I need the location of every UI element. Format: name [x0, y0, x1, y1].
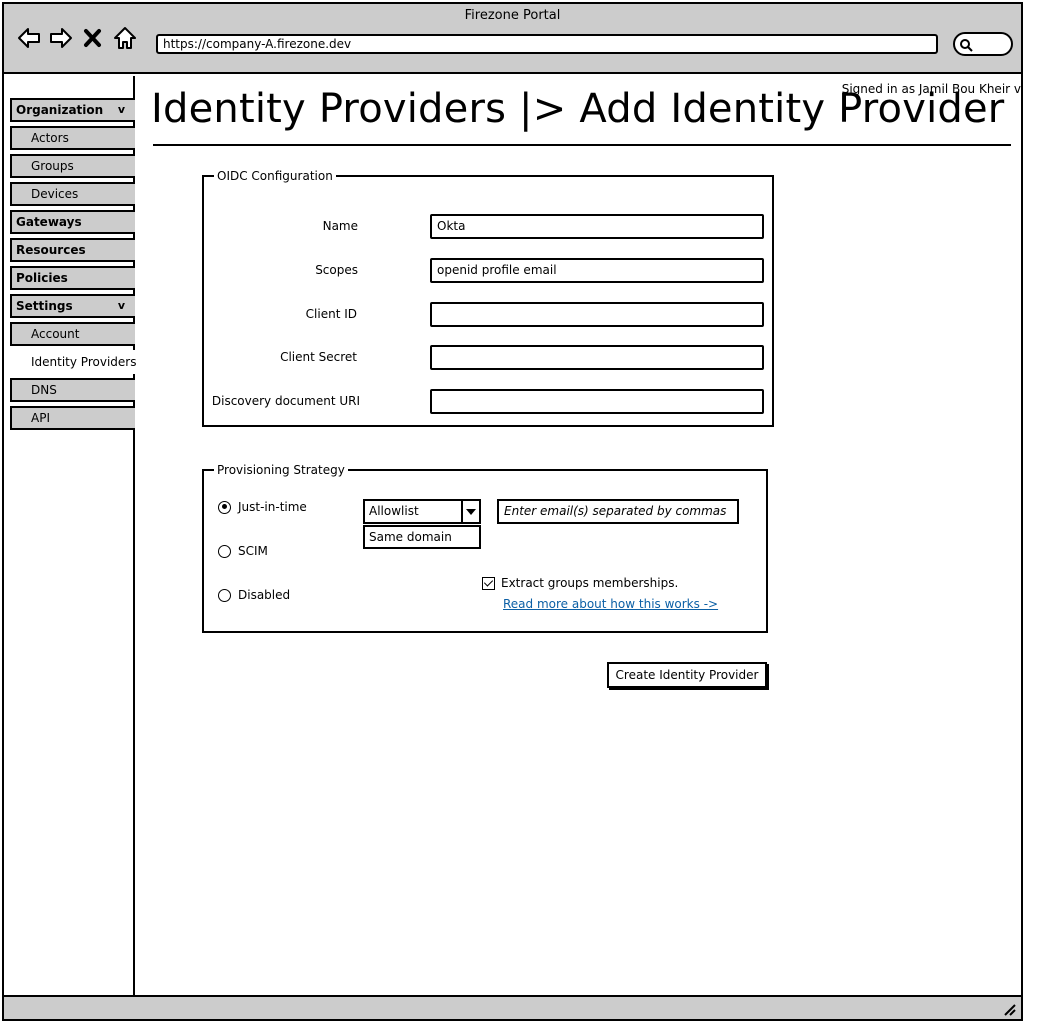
browser-search[interactable]	[953, 32, 1013, 56]
scopes-label: Scopes	[315, 263, 358, 277]
name-input[interactable]: Okta	[430, 214, 764, 239]
email-input[interactable]: Enter email(s) separated by commas	[497, 499, 739, 524]
arrow-left-icon[interactable]	[16, 24, 42, 52]
chevron-down-icon[interactable]	[461, 501, 479, 522]
radio-button[interactable]	[218, 500, 231, 514]
name-label: Name	[322, 219, 358, 233]
sidebar-item-api[interactable]: API	[10, 406, 135, 430]
sidebar-item-organization[interactable]: Organization v	[10, 98, 135, 122]
radio-label: Disabled	[238, 588, 291, 602]
sidebar-item-gateways[interactable]: Gateways	[10, 210, 135, 234]
sidebar-item-label: Devices	[31, 187, 79, 201]
chevron-down-icon: v	[117, 103, 125, 116]
client-id-label: Client ID	[305, 307, 357, 321]
extract-groups-checkbox-row[interactable]: Extract groups memberships.	[482, 576, 678, 590]
radio-label: Just-in-time	[238, 500, 307, 514]
url-bar[interactable]: https://company-A.firezone.dev	[156, 34, 938, 54]
browser-window: Firezone Portal https://company-A.firezo…	[2, 2, 1023, 1021]
title-bar: Firezone Portal https://company-A.firezo…	[4, 4, 1021, 74]
nav-controls	[16, 24, 138, 52]
allowlist-select[interactable]: Allowlist	[363, 499, 481, 524]
sidebar-item-dns[interactable]: DNS	[10, 378, 135, 402]
sidebar-item-groups[interactable]: Groups	[10, 154, 135, 178]
window-title: Firezone Portal	[464, 8, 561, 23]
resize-grip-icon[interactable]	[1001, 1001, 1017, 1017]
sidebar-item-label: Gateways	[16, 215, 82, 229]
magnifier-icon	[960, 39, 973, 52]
arrow-right-icon[interactable]	[48, 24, 74, 52]
dropdown-option-same-domain[interactable]: Same domain	[363, 525, 481, 549]
provisioning-strategy-group: Provisioning Strategy Just-in-time SCIM …	[202, 463, 768, 633]
chevron-down-icon: v	[117, 299, 125, 312]
radio-just-in-time[interactable]: Just-in-time	[218, 500, 307, 514]
create-identity-provider-button[interactable]: Create Identity Provider	[607, 662, 767, 688]
client-secret-input[interactable]	[430, 345, 764, 370]
sidebar-item-label: API	[31, 411, 50, 425]
sidebar-item-identity-providers[interactable]: Identity Providers	[10, 350, 137, 374]
radio-button[interactable]	[218, 588, 231, 602]
sidebar-item-label: Account	[31, 327, 80, 341]
sidebar-item-label: Policies	[16, 271, 68, 285]
sidebar-item-devices[interactable]: Devices	[10, 182, 135, 206]
discovery-uri-label: Discovery document URI	[211, 394, 360, 408]
status-bar	[4, 995, 1021, 1019]
x-icon[interactable]	[80, 24, 106, 52]
client-id-input[interactable]	[430, 302, 764, 327]
read-more-link[interactable]: Read more about how this works ->	[503, 597, 718, 611]
oidc-configuration-group: OIDC Configuration Name Okta Scopes open…	[202, 169, 774, 427]
title-divider	[153, 144, 1011, 146]
sidebar-item-label: Groups	[31, 159, 74, 173]
home-icon[interactable]	[112, 24, 138, 52]
sidebar: Organization v Actors Groups Devices Gat…	[4, 76, 137, 999]
radio-disabled[interactable]: Disabled	[218, 588, 290, 602]
client-secret-label: Client Secret	[280, 350, 357, 364]
scopes-input[interactable]: openid profile email	[430, 258, 764, 283]
group-legend: OIDC Configuration	[217, 169, 333, 183]
group-legend: Provisioning Strategy	[217, 463, 345, 477]
sidebar-item-resources[interactable]: Resources	[10, 238, 135, 262]
radio-button[interactable]	[218, 544, 231, 558]
discovery-uri-input[interactable]	[430, 389, 764, 414]
sidebar-item-label: Actors	[31, 131, 69, 145]
page-title: Identity Providers |> Add Identity Provi…	[151, 86, 1021, 132]
sidebar-item-policies[interactable]: Policies	[10, 266, 135, 290]
sidebar-item-actors[interactable]: Actors	[10, 126, 135, 150]
main-content: Signed in as Jamil Bou Kheir v Identity …	[137, 76, 1021, 999]
sidebar-item-label: Resources	[16, 243, 86, 257]
sidebar-item-label: Settings	[16, 299, 73, 313]
sidebar-item-label: Organization	[16, 103, 104, 117]
sidebar-item-label: Identity Providers	[31, 355, 137, 369]
sidebar-item-account[interactable]: Account	[10, 322, 135, 346]
checkbox-label: Extract groups memberships.	[501, 576, 679, 590]
sidebar-item-label: DNS	[31, 383, 57, 397]
select-value: Allowlist	[369, 504, 419, 518]
radio-label: SCIM	[238, 544, 268, 558]
checkbox-checked[interactable]	[482, 576, 495, 590]
radio-scim[interactable]: SCIM	[218, 544, 268, 558]
sidebar-item-settings[interactable]: Settings v	[10, 294, 135, 318]
